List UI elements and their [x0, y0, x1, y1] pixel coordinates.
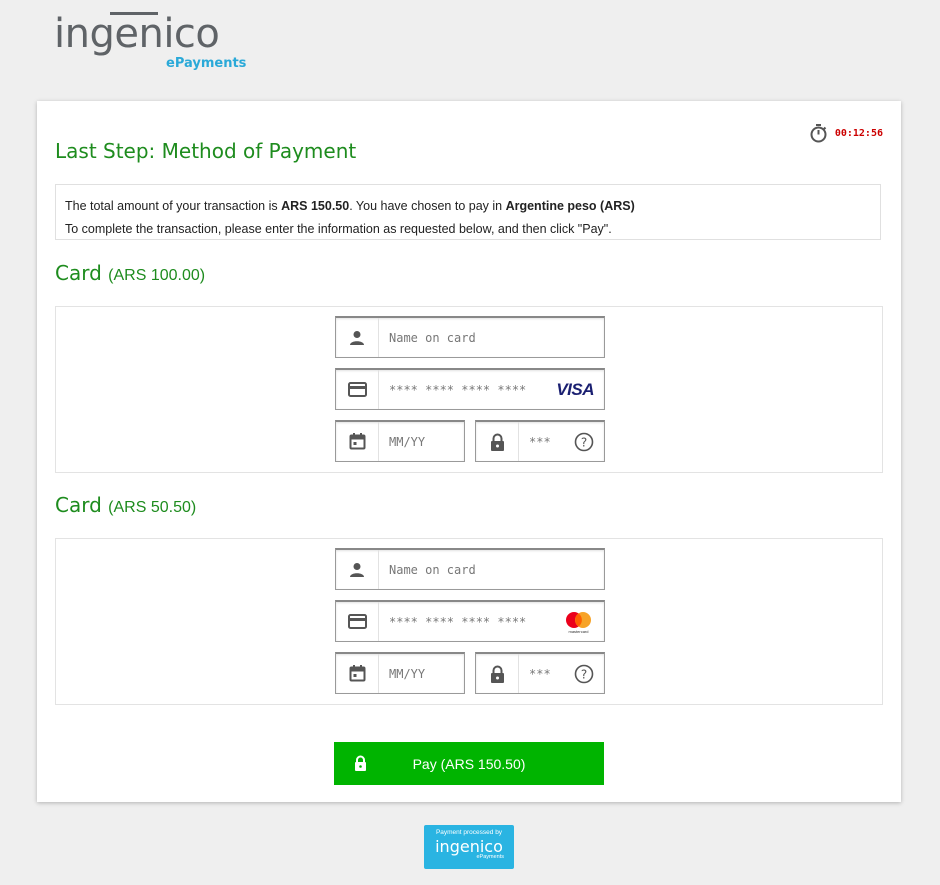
- card-1-number-input[interactable]: **** **** **** ****: [379, 383, 556, 397]
- card-1-expiry-field[interactable]: MM/YY: [335, 420, 465, 462]
- timer-value: 00:12:56: [834, 128, 883, 139]
- card-1-name-field[interactable]: Name on card: [335, 316, 605, 358]
- pay-button-label: Pay (ARS 150.50): [412, 755, 526, 772]
- card-1-cvv-field[interactable]: *** ?: [475, 420, 605, 462]
- currency: Argentine peso (ARS): [505, 199, 635, 213]
- info-instructions: To complete the transaction, please ente…: [65, 222, 612, 236]
- visa-logo-icon: VISA: [556, 379, 594, 399]
- transaction-info: The total amount of your transaction is …: [55, 184, 881, 240]
- card-2-cvv-field[interactable]: *** ?: [475, 652, 605, 694]
- credit-card-icon: [336, 602, 379, 641]
- lock-icon: [476, 654, 519, 693]
- card-2-number-field[interactable]: **** **** **** **** mastercard: [335, 600, 605, 642]
- card-1-label: Card: [55, 261, 102, 285]
- card-2-expiry-field[interactable]: MM/YY: [335, 652, 465, 694]
- calendar-icon: [336, 654, 379, 693]
- card-1-cvv-input[interactable]: ***: [519, 435, 574, 449]
- card-2-label: Card: [55, 493, 102, 517]
- card-2-number-input[interactable]: **** **** **** ****: [379, 615, 562, 629]
- payment-panel: 00:12:56 Last Step: Method of Payment Th…: [37, 101, 901, 802]
- logo-bar: [110, 12, 158, 15]
- stopwatch-icon: [810, 124, 827, 143]
- mastercard-logo-icon: mastercard: [562, 610, 594, 634]
- card-1-title: Card (ARS 100.00): [55, 261, 205, 285]
- card-2-cvv-input[interactable]: ***: [519, 667, 574, 681]
- credit-card-icon: [336, 370, 379, 409]
- info-text-1: The total amount of your transaction is: [65, 199, 282, 213]
- total-amount: ARS 150.50: [281, 199, 350, 213]
- card-1-name-input[interactable]: Name on card: [379, 331, 604, 345]
- help-icon[interactable]: ?: [574, 664, 594, 684]
- card-1-expiry-input[interactable]: MM/YY: [379, 435, 464, 449]
- card-2-form: Name on card **** **** **** **** masterc…: [55, 538, 883, 705]
- logo-text: ingenico: [54, 11, 220, 57]
- person-icon: [336, 550, 379, 589]
- help-icon[interactable]: ?: [574, 432, 594, 452]
- card-2-name-field[interactable]: Name on card: [335, 548, 605, 590]
- page-title: Last Step: Method of Payment: [55, 139, 357, 163]
- svg-text:?: ?: [581, 667, 587, 681]
- svg-text:?: ?: [581, 435, 587, 449]
- payment-processed-badge: Payment processed by ingenico ePayments: [424, 825, 514, 869]
- lock-icon: [476, 422, 519, 461]
- lock-icon: [354, 755, 367, 774]
- card-1-number-field[interactable]: **** **** **** **** VISA: [335, 368, 605, 410]
- card-2-name-input[interactable]: Name on card: [379, 563, 604, 577]
- card-2-amount: (ARS 50.50): [108, 499, 197, 516]
- card-1-form: Name on card **** **** **** **** VISA MM…: [55, 306, 883, 473]
- person-icon: [336, 318, 379, 357]
- card-1-amount: (ARS 100.00): [108, 267, 206, 284]
- badge-brand: ingenico: [435, 837, 503, 856]
- ingenico-logo: ingenico ePayments: [54, 11, 246, 71]
- mastercard-wordmark: mastercard: [568, 629, 588, 634]
- card-2-title: Card (ARS 50.50): [55, 493, 196, 517]
- session-timer: 00:12:56: [810, 124, 883, 143]
- calendar-icon: [336, 422, 379, 461]
- card-2-expiry-input[interactable]: MM/YY: [379, 667, 464, 681]
- badge-caption: Payment processed by: [435, 829, 503, 836]
- logo-subtext: ePayments: [166, 56, 247, 71]
- info-text-2: . You have chosen to pay in: [349, 199, 506, 213]
- pay-button[interactable]: Pay (ARS 150.50): [334, 742, 604, 785]
